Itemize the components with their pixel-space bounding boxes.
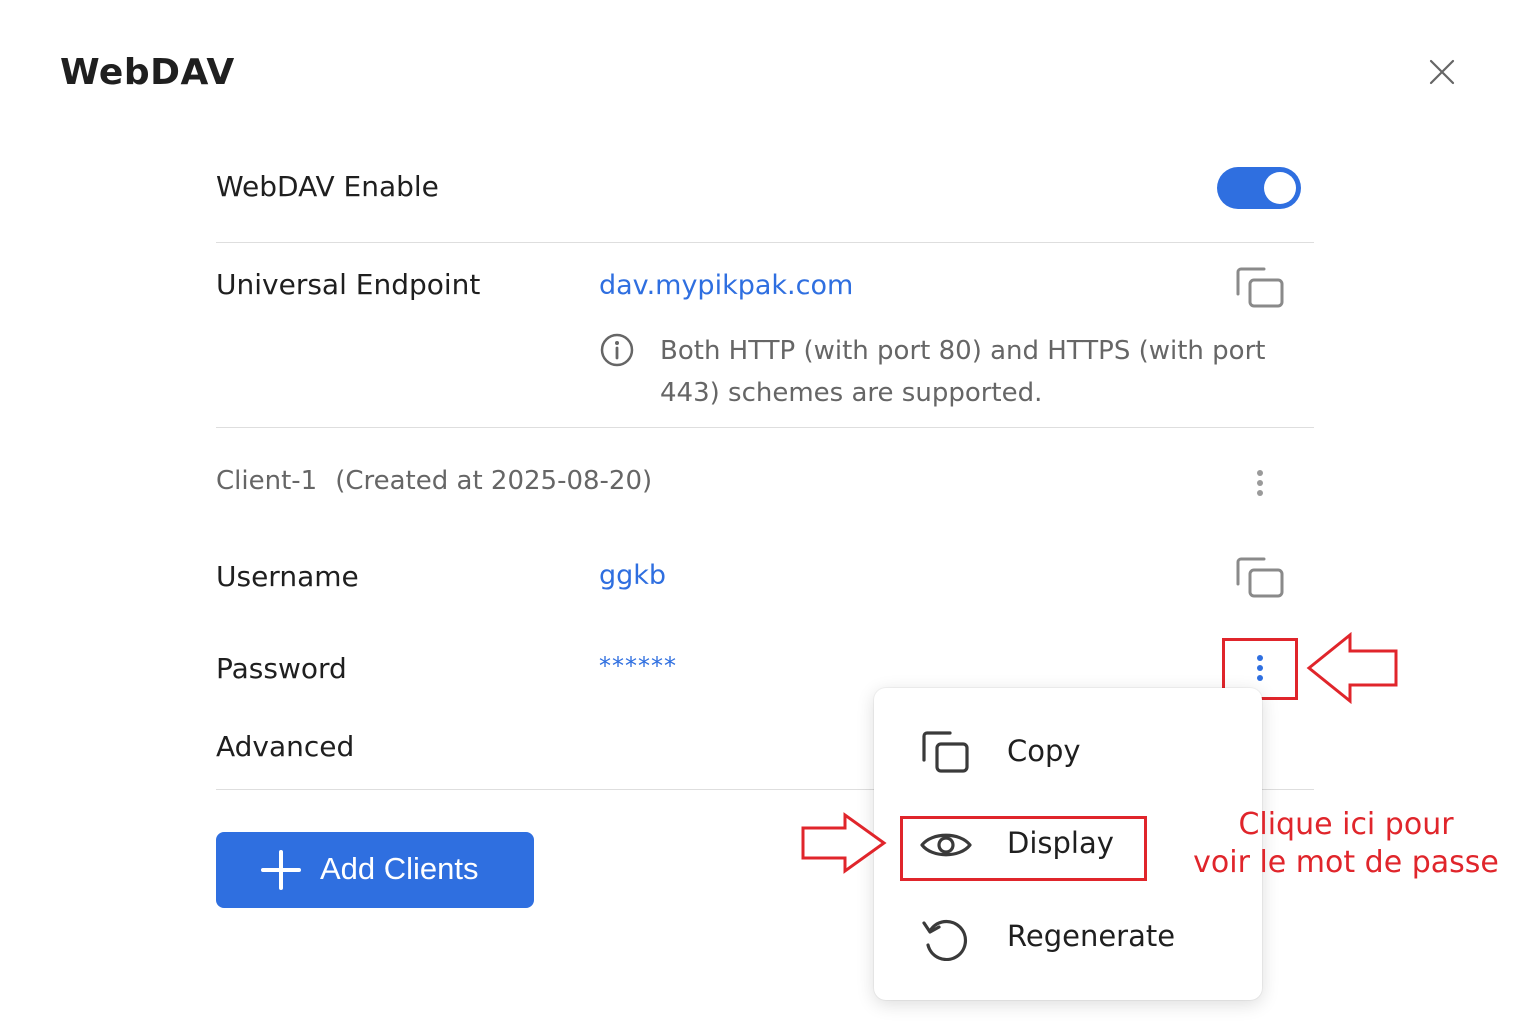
copy-icon — [922, 731, 969, 773]
add-clients-label: Add Clients — [320, 851, 479, 886]
endpoint-info-text: Both HTTP (with port 80) and HTTPS (with… — [660, 336, 1266, 408]
client-header: Client-1 (Created at 2025-08-20) — [216, 466, 652, 496]
divider — [216, 242, 1314, 243]
annotation-text: Clique ici pour voir le mot de passe — [1160, 806, 1532, 882]
advanced-label[interactable]: Advanced — [216, 730, 354, 763]
plus-icon — [261, 850, 301, 890]
close-icon — [1429, 59, 1455, 85]
copy-icon — [1236, 267, 1284, 308]
annotation-line-2: voir le mot de passe — [1193, 845, 1499, 880]
menu-item-copy[interactable]: Copy — [874, 718, 1262, 788]
client-created: (Created at 2025-08-20) — [335, 466, 653, 496]
endpoint-copy-button[interactable] — [1234, 266, 1286, 310]
password-value: ****** — [599, 652, 677, 680]
menu-item-copy-label: Copy — [1007, 734, 1081, 768]
annotation-line-1: Clique ici pour — [1238, 807, 1454, 842]
webdav-enable-label: WebDAV Enable — [216, 170, 439, 203]
copy-icon — [1236, 557, 1284, 598]
menu-item-regenerate[interactable]: Regenerate — [874, 903, 1262, 973]
username-value[interactable]: ggkb — [599, 560, 666, 591]
arrow-right-icon — [801, 812, 887, 874]
divider — [216, 427, 1314, 428]
webdav-enable-toggle[interactable] — [1217, 167, 1301, 209]
arrow-left-icon — [1306, 632, 1398, 704]
username-copy-button[interactable] — [1234, 556, 1286, 600]
dialog-title: WebDAV — [60, 52, 235, 93]
client-name: Client-1 — [216, 466, 318, 496]
highlight-box-display — [900, 816, 1147, 881]
close-button[interactable] — [1422, 52, 1462, 92]
refresh-icon — [922, 919, 968, 961]
password-label: Password — [216, 652, 347, 685]
info-icon — [599, 332, 635, 368]
endpoint-value[interactable]: dav.mypikpak.com — [599, 270, 853, 301]
webdav-dialog: WebDAV WebDAV Enable Universal Endpoint … — [0, 0, 1536, 1024]
endpoint-label: Universal Endpoint — [216, 268, 481, 301]
menu-item-regenerate-label: Regenerate — [1007, 919, 1176, 953]
add-clients-button[interactable]: Add Clients — [216, 832, 534, 908]
username-label: Username — [216, 560, 359, 593]
toggle-knob — [1264, 172, 1296, 204]
client-more-button[interactable] — [1250, 470, 1270, 504]
